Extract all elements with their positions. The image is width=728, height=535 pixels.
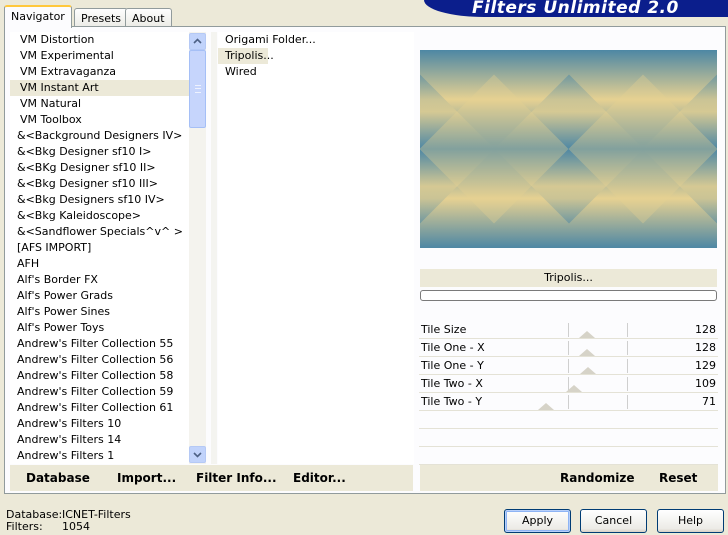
parameter-row: Tile One - X 128 <box>419 339 718 357</box>
parameter-label: Tile One - X <box>421 341 485 354</box>
parameter-value: 128 <box>695 323 716 336</box>
right-toolbar: Randomize Reset <box>420 465 718 491</box>
parameter-slider[interactable] <box>477 321 677 338</box>
slider-thumb[interactable] <box>538 403 555 410</box>
category-item[interactable]: &<Bkg Designer sf10 I> <box>10 144 190 160</box>
parameter-label: Tile Two - Y <box>421 395 483 408</box>
left-toolbar: Database Import... Filter Info... Editor… <box>10 465 413 491</box>
filter-item[interactable]: Tripolis... <box>218 48 274 64</box>
tab-navigator[interactable]: Navigator <box>4 5 72 28</box>
category-item[interactable]: VM Distortion <box>10 32 190 48</box>
category-item[interactable]: Alf's Power Toys <box>10 320 190 336</box>
parameter-row: Tile One - Y 129 <box>419 357 718 375</box>
empty-parameter-row <box>419 429 718 447</box>
status-area: Database:ICNET-Filters Filters: 1054 <box>6 509 131 533</box>
parameter-slider[interactable] <box>477 375 677 392</box>
filter-item[interactable]: Origami Folder... <box>218 32 414 48</box>
parameter-label: Tile Size <box>421 323 467 336</box>
category-item[interactable]: Andrew's Filter Collection 58 <box>10 368 190 384</box>
parameter-label: Tile One - Y <box>421 359 484 372</box>
category-item[interactable]: Andrew's Filters 10 <box>10 416 190 432</box>
filter-info-button[interactable]: Filter Info... <box>196 471 277 485</box>
parameter-value: 109 <box>695 377 716 390</box>
randomize-button[interactable]: Randomize <box>560 471 634 485</box>
scroll-up-button[interactable] <box>189 33 206 50</box>
category-item[interactable]: &<Bkg Designers sf10 IV> <box>10 192 190 208</box>
category-item[interactable]: &<Background Designers IV> <box>10 128 190 144</box>
database-button[interactable]: Database <box>26 471 90 485</box>
app-banner: Filters Unlimited 2.0 <box>424 0 728 17</box>
category-item[interactable]: &<Bkg Kaleidoscope> <box>10 208 190 224</box>
app-title: Filters Unlimited 2.0 <box>472 0 679 17</box>
category-item[interactable]: Andrew's Filters 1 <box>10 448 190 464</box>
selected-filter-label: Tripolis... <box>420 269 717 287</box>
category-scrollbar[interactable] <box>189 32 206 464</box>
category-item[interactable]: VM Natural <box>10 96 190 112</box>
slider-thumb[interactable] <box>580 367 597 374</box>
category-item[interactable]: &<Bkg Designer sf10 III> <box>10 176 190 192</box>
category-item[interactable]: &<Sandflower Specials^v^ > <box>10 224 190 240</box>
filter-item[interactable]: Wired <box>218 64 414 80</box>
filters-status-label: Filters: <box>6 520 43 533</box>
empty-parameter-row <box>419 411 718 429</box>
filter-list[interactable]: Origami Folder... Tripolis... Wired <box>218 32 414 464</box>
tab-about[interactable]: About <box>125 8 172 27</box>
editor-button[interactable]: Editor... <box>293 471 346 485</box>
cancel-button[interactable]: Cancel <box>580 509 647 533</box>
category-item[interactable]: [AFS IMPORT] <box>10 240 190 256</box>
scroll-down-button[interactable] <box>189 446 206 463</box>
apply-button[interactable]: Apply <box>504 509 571 533</box>
category-item[interactable]: VM Instant Art <box>10 80 190 96</box>
parameter-label: Tile Two - X <box>421 377 483 390</box>
parameter-slider[interactable] <box>477 339 677 356</box>
parameter-sliders: Tile Size 128 Tile One - X 128 Tile One - Y 1… <box>419 321 718 465</box>
category-list[interactable]: VM Distortion VM Experimental VM Extravaga… <box>10 32 190 464</box>
scroll-thumb[interactable] <box>189 50 206 128</box>
parameter-value: 129 <box>695 359 716 372</box>
category-item[interactable]: Alf's Power Sines <box>10 304 190 320</box>
tab-presets[interactable]: Presets <box>74 8 129 27</box>
category-item[interactable]: Andrew's Filter Collection 61 <box>10 400 190 416</box>
parameter-slider[interactable] <box>477 357 677 374</box>
empty-parameter-row <box>419 447 718 465</box>
slider-thumb[interactable] <box>565 385 582 392</box>
category-item[interactable]: Andrew's Filters 14 <box>10 432 190 448</box>
category-item[interactable]: VM Extravaganza <box>10 64 190 80</box>
category-item[interactable]: Andrew's Filter Collection 59 <box>10 384 190 400</box>
category-item[interactable]: Andrew's Filter Collection 55 <box>10 336 190 352</box>
category-item[interactable]: Andrew's Filter Collection 56 <box>10 352 190 368</box>
slider-thumb[interactable] <box>579 331 596 338</box>
parameter-row: Tile Two - Y 71 <box>419 393 718 411</box>
reset-button[interactable]: Reset <box>659 471 697 485</box>
parameter-row: Tile Size 128 <box>419 321 718 339</box>
chevron-down-icon <box>193 452 202 458</box>
slider-thumb[interactable] <box>579 349 596 356</box>
parameter-row: Tile Two - X 109 <box>419 375 718 393</box>
list-divider <box>211 32 217 464</box>
parameter-value: 128 <box>695 341 716 354</box>
chevron-up-icon <box>193 38 202 44</box>
category-item[interactable]: AFH <box>10 256 190 272</box>
import-button[interactable]: Import... <box>117 471 176 485</box>
help-button[interactable]: Help <box>657 509 724 533</box>
filters-status-value: 1054 <box>62 520 90 533</box>
category-item[interactable]: VM Experimental <box>10 48 190 64</box>
category-item[interactable]: Alf's Power Grads <box>10 288 190 304</box>
parameter-slider[interactable] <box>477 393 677 410</box>
progress-bar <box>420 290 717 301</box>
category-item[interactable]: VM Toolbox <box>10 112 190 128</box>
category-item[interactable]: &<BKg Designer sf10 II> <box>10 160 190 176</box>
filter-preview-image <box>420 50 717 248</box>
parameter-value: 71 <box>702 395 716 408</box>
category-item[interactable]: Alf's Border FX <box>10 272 190 288</box>
